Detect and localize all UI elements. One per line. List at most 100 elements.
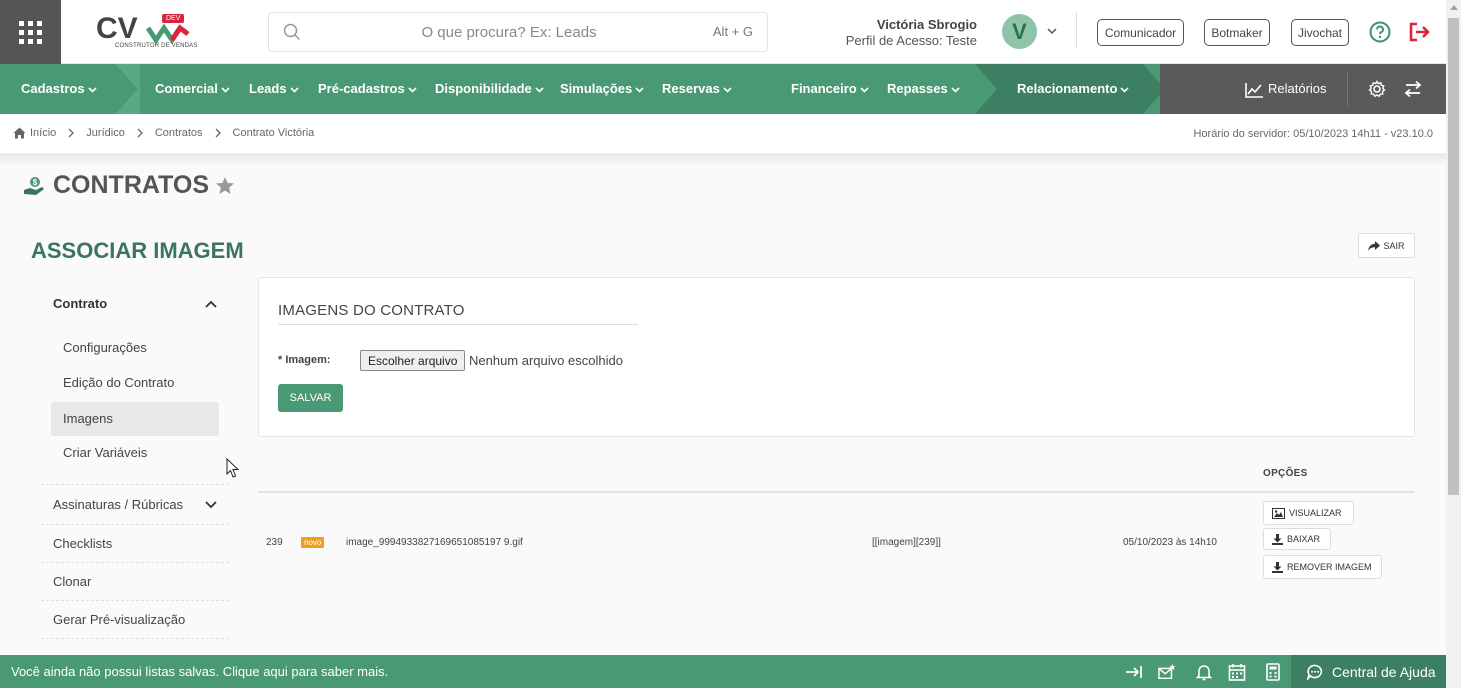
nav-item-cadastros[interactable]: Cadastros	[21, 64, 97, 114]
breadcrumb-bar: Início Jurídico Contratos Contrato Victó…	[0, 114, 1446, 154]
main-navigation: Cadastros Comercial Leads Pré-cadastros …	[0, 64, 1446, 114]
nav-item-reports[interactable]: Relatórios	[1245, 64, 1327, 114]
mouse-pointer-icon	[226, 458, 240, 478]
file-status: Nenhum arquivo escolhido	[469, 353, 623, 368]
nav-item-simulacoes[interactable]: Simulações	[560, 64, 644, 114]
logo-dev-badge: DEV	[162, 14, 185, 23]
grid-icon	[19, 20, 42, 44]
avatar[interactable]: V	[1002, 14, 1037, 49]
divider	[0, 154, 1446, 166]
search-shortcut: Alt + G	[712, 24, 753, 39]
image-filename: image_9994933827169651085197 9.gif	[346, 537, 523, 548]
divider	[258, 491, 1415, 493]
collapse-right-icon[interactable]	[1125, 663, 1143, 681]
home-icon	[13, 127, 26, 139]
image-date: 05/10/2023 às 14h10	[1123, 537, 1217, 548]
side-subitem-imagens[interactable]: Imagens	[51, 402, 219, 436]
botmaker-button[interactable]: Botmaker	[1204, 19, 1270, 46]
nav-item-reservas[interactable]: Reservas	[662, 64, 732, 114]
search-icon	[283, 23, 301, 41]
help-center-button[interactable]: Central de Ajuda	[1291, 655, 1446, 688]
chevron-down-icon	[535, 87, 544, 93]
vertical-scrollbar[interactable]	[1446, 0, 1461, 688]
side-item-checklists[interactable]: Checklists	[41, 524, 229, 562]
svg-text:CV: CV	[96, 12, 138, 44]
top-bar: CV DEV CONSTRUTOR DE VENDAS Alt + G Vict…	[0, 0, 1446, 64]
download-icon	[1272, 533, 1283, 545]
side-item-gerar-previsualizacao[interactable]: Gerar Pré-visualização	[41, 600, 229, 638]
chevron-down-icon	[635, 87, 644, 93]
logout-icon[interactable]	[1408, 21, 1432, 43]
jivochat-button[interactable]: Jivochat	[1291, 19, 1349, 46]
chat-bubble-icon	[1307, 664, 1323, 680]
image-tag: [[imagem][239]]	[872, 537, 941, 548]
chevron-down-icon	[408, 87, 417, 93]
remove-image-button[interactable]: REMOVER IMAGEM	[1263, 555, 1382, 579]
options-column-header: OPÇÕES	[1263, 468, 1308, 479]
breadcrumb-juridico[interactable]: Jurídico	[86, 127, 125, 139]
chevron-down-icon	[205, 501, 217, 509]
share-arrow-icon	[1368, 240, 1381, 251]
nav-item-leads[interactable]: Leads	[249, 64, 299, 114]
chevron-right-icon	[137, 128, 143, 138]
chevron-down-icon	[221, 87, 230, 93]
side-subitem-configuracoes[interactable]: Configurações	[51, 331, 219, 365]
logo[interactable]: CV DEV CONSTRUTOR DE VENDAS	[96, 10, 197, 54]
scroll-up-arrow-icon[interactable]	[1450, 5, 1458, 10]
nav-item-repasses[interactable]: Repasses	[887, 64, 960, 114]
line-chart-icon	[1245, 82, 1263, 98]
help-icon[interactable]	[1369, 21, 1391, 43]
breadcrumb-home[interactable]: Início	[30, 127, 56, 139]
scrollbar-thumb[interactable]	[1448, 18, 1459, 495]
chevron-right-icon	[215, 128, 221, 138]
svg-text:$: $	[33, 178, 38, 187]
new-badge: novo	[301, 537, 325, 548]
choose-file-button[interactable]: Escolher arquivo	[360, 350, 466, 371]
chevron-down-icon	[290, 87, 299, 93]
side-item-assinaturas[interactable]: Assinaturas / Rúbricas	[41, 484, 229, 524]
nav-item-disponibilidade[interactable]: Disponibilidade	[435, 64, 544, 114]
side-subitem-edicao-contrato[interactable]: Edição do Contrato	[51, 366, 219, 400]
user-profile: Perfil de Acesso: Teste	[845, 33, 977, 48]
chevron-down-icon	[88, 87, 97, 93]
nav-item-financeiro[interactable]: Financeiro	[791, 64, 869, 114]
save-button[interactable]: SALVAR	[278, 384, 343, 412]
star-icon[interactable]	[215, 176, 235, 196]
nav-item-comercial[interactable]: Comercial	[155, 64, 230, 114]
page-title: CONTRATOS	[53, 171, 210, 199]
search-box[interactable]: Alt + G	[268, 12, 768, 52]
footer-bar: Você ainda não possui listas salvas. Cli…	[0, 655, 1446, 688]
calculator-icon[interactable]	[1264, 663, 1282, 681]
bell-icon[interactable]	[1195, 663, 1213, 681]
side-subitem-criar-variaveis[interactable]: Criar Variáveis	[51, 436, 219, 470]
user-name: Victória Sbrogio	[876, 17, 977, 32]
calendar-icon[interactable]	[1228, 663, 1246, 681]
server-time: Horário do servidor: 05/10/2023 14h11 - …	[1193, 128, 1433, 140]
chevron-up-icon[interactable]	[204, 299, 218, 309]
chevron-down-icon	[1120, 87, 1129, 93]
side-item-clonar[interactable]: Clonar	[41, 562, 229, 600]
saved-lists-message[interactable]: Você ainda não possui listas salvas. Cli…	[11, 664, 388, 679]
chevron-down-icon[interactable]	[1045, 24, 1059, 38]
breadcrumb-contratos[interactable]: Contratos	[155, 127, 203, 139]
side-group-contrato[interactable]: Contrato	[53, 296, 107, 311]
gear-icon[interactable]	[1368, 80, 1386, 98]
download-button[interactable]: BAIXAR	[1263, 528, 1331, 550]
nav-item-relacionamento[interactable]: Relacionamento	[1017, 64, 1129, 114]
swap-icon[interactable]	[1404, 80, 1422, 98]
chevron-down-icon	[951, 87, 960, 93]
chevron-down-icon	[723, 87, 732, 93]
view-image-button[interactable]: VISUALIZAR	[1263, 501, 1354, 525]
communicator-button[interactable]: Comunicador	[1097, 19, 1184, 46]
breadcrumb: Início Jurídico Contratos Contrato Victó…	[13, 127, 314, 139]
search-input[interactable]	[309, 13, 709, 51]
apps-menu-button[interactable]	[0, 0, 61, 64]
nav-item-pre-cadastros[interactable]: Pré-cadastros	[318, 64, 417, 114]
chevron-down-icon	[860, 87, 869, 93]
download-icon	[1272, 561, 1283, 573]
image-icon	[1272, 507, 1285, 519]
upload-card: IMAGENS DO CONTRATO * Imagem: Escolher a…	[258, 277, 1415, 437]
exit-button[interactable]: SAIR	[1358, 233, 1415, 258]
mail-star-icon[interactable]	[1158, 663, 1176, 681]
image-id: 239	[266, 537, 283, 548]
